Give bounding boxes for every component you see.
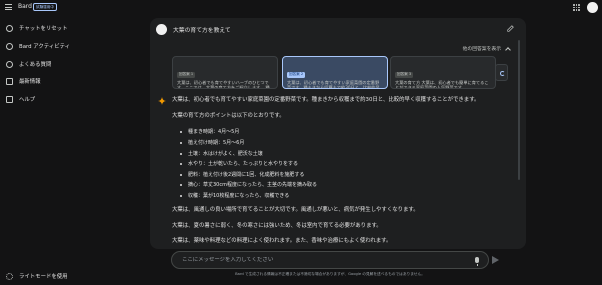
top-bar: Bard 試験運用中 (0, 0, 602, 16)
disclaimer: Bard で生成される情報は不正確または不適切な場合がありますが、Google … (235, 272, 425, 276)
sidebar-item-label: チャットをリセット (19, 26, 68, 32)
list-item: 種まき時期：4月〜5月 (180, 128, 510, 135)
sun-icon (6, 272, 13, 280)
show-drafts-toggle[interactable]: 他の回答案を表示 (462, 45, 511, 53)
sidebar-item-label: Bard アクティビティ (19, 44, 71, 50)
draft-text: 大葉の育て方 大葉は、初心者でも簡単に育てることができる家庭菜園の人気野菜です.… (395, 79, 489, 89)
list-item: 肥料：植え付け後2週間に1回、化成肥料を施肥する (180, 171, 510, 178)
apps-grid-icon[interactable] (573, 4, 580, 11)
updates-icon (6, 77, 13, 85)
response-points-heading: 大葉の育て方のポイントは以下のとおりです。 (172, 113, 285, 119)
list-item: 摘心：草丈30cm程度になったら、主茎の先端を摘み取る (180, 181, 510, 188)
draft-card-1[interactable]: 回答案 1 大葉は、初心者でも育てやすいハーブのひとつです。ここでは、大葉の育て… (172, 56, 278, 89)
list-item: 収穫：葉が10枚程度になったら、収穫できる (180, 192, 510, 199)
scrollbar[interactable] (518, 40, 520, 180)
reset-icon (6, 24, 13, 32)
message-input-bar[interactable] (171, 251, 489, 269)
regenerate-drafts-button[interactable] (495, 64, 508, 81)
response-paragraph: 大葉は、夏の暑さに弱く、冬の寒さには強いため、冬は室内で育てる必要があります。 (172, 223, 382, 229)
draft-tag: 回答案 2 (287, 71, 306, 78)
refresh-icon (499, 70, 505, 76)
bard-sparkle-icon (158, 97, 166, 105)
prompt-text: 大葉の育て方を教えて (173, 27, 231, 34)
draft-tag: 回答案 3 (395, 71, 414, 78)
menu-icon[interactable] (5, 4, 12, 10)
response-intro: 大葉は、初心者でも育てやすい家庭菜園の定番野菜です。種まきから収穫まで約30日と… (172, 97, 480, 103)
microphone-icon[interactable] (475, 257, 479, 266)
feedback-icon (6, 95, 13, 103)
sidebar-item-label: ヘルプ (19, 97, 36, 103)
draft-text: 大葉は、初心者でも育てやすいハーブのひとつです。ここでは、大葉の育て方をご紹介し… (177, 79, 270, 89)
history-icon (6, 42, 13, 50)
brand-logo[interactable]: Bard (18, 3, 32, 10)
draft-card-2[interactable]: 回答案 2 大葉は、初心者でも育てやすい家庭菜園の定番野菜です。種まきから収穫ま… (282, 56, 388, 89)
draft-tag: 回答案 1 (177, 71, 196, 78)
draft-text: 大葉は、初心者でも育てやすい家庭菜園の定番野菜です。種まきから収穫まで約30日と… (287, 79, 380, 89)
message-input[interactable] (182, 257, 462, 263)
sidebar-item-updates[interactable]: 最新情報 (6, 76, 41, 86)
user-avatar (156, 23, 167, 35)
response-paragraph: 大葉は、風通しの良い場所で育てることが大切です。風通しが悪いと、病気が発生しやす… (172, 207, 419, 213)
response-paragraph: 大葉は、薬味や料理などの料理によく使われます。また、香味や治療にもよく使われます… (172, 238, 392, 244)
drafts-toggle-label: 他の回答案を表示 (462, 47, 501, 52)
user-prompt: 大葉の育て方を教えて (156, 23, 520, 35)
light-mode-toggle[interactable]: ライトモードを使用 (6, 272, 68, 280)
account-avatar[interactable] (587, 2, 598, 13)
help-circle-icon (6, 60, 13, 68)
sidebar-item-label: 最新情報 (19, 79, 41, 85)
conversation-panel: 大葉の育て方を教えて 他の回答案を表示 回答案 1 大葉は、初心者でも育てやすい… (150, 18, 526, 249)
list-item: 土壌：水はけがよく、肥沃な土壌 (180, 150, 510, 157)
list-item: 水やり：土が乾いたら、たっぷりと水やりをする (180, 160, 510, 167)
draft-card-3[interactable]: 回答案 3 大葉の育て方 大葉は、初心者でも簡単に育てることができる家庭菜園の人… (390, 56, 496, 89)
chevron-up-icon (505, 46, 511, 53)
send-icon[interactable] (492, 256, 499, 264)
sidebar-item-help[interactable]: ヘルプ (6, 94, 35, 104)
list-item: 植え付け時期：5月〜6月 (180, 139, 510, 146)
sidebar-item-faq[interactable]: よくある質問 (6, 59, 51, 69)
experiment-badge: 試験運用中 (33, 3, 57, 11)
sidebar-item-label: よくある質問 (19, 62, 52, 68)
edit-icon[interactable] (507, 25, 514, 32)
sidebar-item-reset-chat[interactable]: チャットをリセット (6, 23, 67, 33)
light-mode-label: ライトモードを使用 (19, 274, 68, 280)
sidebar-item-activity[interactable]: Bard アクティビティ (6, 41, 70, 51)
